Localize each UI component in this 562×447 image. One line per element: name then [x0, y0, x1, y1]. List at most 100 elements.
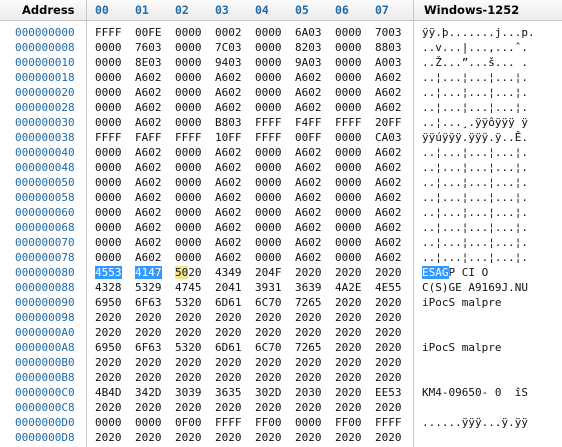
- hex-word[interactable]: EE53: [375, 386, 402, 399]
- text-column[interactable]: ..¦...¦...¦...¦.: [422, 221, 528, 234]
- hex-word[interactable]: A602: [215, 251, 242, 264]
- hex-word[interactable]: 2020: [255, 311, 282, 324]
- hex-word[interactable]: FAFF: [135, 131, 162, 144]
- hex-word[interactable]: A003: [375, 56, 402, 69]
- hex-word[interactable]: 0000: [95, 206, 122, 219]
- hex-word[interactable]: A602: [375, 176, 402, 189]
- hex-word[interactable]: 00FF: [295, 131, 322, 144]
- hex-word[interactable]: 2020: [215, 311, 242, 324]
- text-column[interactable]: ..v...|...‚...ˆ.: [422, 41, 528, 54]
- hex-word[interactable]: 0000: [335, 191, 362, 204]
- hex-word[interactable]: A602: [215, 101, 242, 114]
- hex-word[interactable]: FFFF: [95, 26, 122, 39]
- hex-word[interactable]: 2020: [295, 311, 322, 324]
- text-column[interactable]: ......ÿÿÿ...ÿ.ÿÿ: [422, 416, 528, 429]
- hex-word[interactable]: 2020: [215, 356, 242, 369]
- hex-word[interactable]: 8803: [375, 41, 402, 54]
- hex-row[interactable]: 000000000 FFFF 00FE 0000 0002 0000 6A03 0000 700…: [0, 25, 562, 40]
- hex-word[interactable]: 0000: [335, 251, 362, 264]
- hex-word[interactable]: 6C70: [255, 296, 282, 309]
- hex-word[interactable]: A602: [215, 146, 242, 159]
- hex-word[interactable]: 2020: [135, 326, 162, 339]
- hex-word[interactable]: 2020: [95, 311, 122, 324]
- hex-word[interactable]: 2020: [255, 356, 282, 369]
- hex-word[interactable]: 2020: [295, 326, 322, 339]
- hex-word[interactable]: A602: [215, 71, 242, 84]
- hex-word[interactable]: A602: [295, 206, 322, 219]
- hex-word[interactable]: 2020: [95, 401, 122, 414]
- hex-word[interactable]: 6D61: [215, 341, 242, 354]
- hex-row[interactable]: 0000000B0 2020 2020 2020 2020 2020 2020 2020 202…: [0, 355, 562, 370]
- hex-word[interactable]: 2020: [375, 401, 402, 414]
- hex-word[interactable]: 6C70: [255, 341, 282, 354]
- hex-word[interactable]: 0000: [335, 41, 362, 54]
- text-column[interactable]: ..¦...¸.ÿÿôÿÿÿ ÿ: [422, 116, 528, 129]
- hex-word[interactable]: 2020: [375, 311, 402, 324]
- text-column[interactable]: [422, 431, 528, 444]
- hex-word[interactable]: 0000: [175, 101, 202, 114]
- text-column[interactable]: ..¦...¦...¦...¦.: [422, 206, 528, 219]
- hex-word[interactable]: 0000: [295, 416, 322, 429]
- text-column[interactable]: ..¦...¦...¦...¦.: [422, 191, 528, 204]
- hex-word[interactable]: 2020: [215, 431, 242, 444]
- hex-word[interactable]: 2020: [175, 326, 202, 339]
- hex-word[interactable]: 2020: [375, 431, 402, 444]
- hex-word[interactable]: 0000: [175, 86, 202, 99]
- hex-word[interactable]: 0000: [95, 236, 122, 249]
- hex-row[interactable]: 0000000D8 2020 2020 2020 2020 2020 2020 2020 202…: [0, 430, 562, 445]
- hex-word[interactable]: 2020: [255, 371, 282, 384]
- hex-word[interactable]: 0000: [255, 86, 282, 99]
- hex-word[interactable]: 3039: [175, 386, 202, 399]
- text-column[interactable]: iPocS malpre: [422, 341, 528, 354]
- hex-word[interactable]: 0F00: [175, 416, 202, 429]
- hex-word[interactable]: 0000: [255, 176, 282, 189]
- hex-word[interactable]: 0002: [215, 26, 242, 39]
- hex-word[interactable]: 0000: [335, 221, 362, 234]
- hex-word[interactable]: 0000: [335, 56, 362, 69]
- hex-word[interactable]: 2020: [375, 326, 402, 339]
- hex-word[interactable]: 4E55: [375, 281, 402, 294]
- hex-word[interactable]: 2020: [295, 266, 322, 279]
- hex-word[interactable]: 0000: [95, 56, 122, 69]
- hex-word[interactable]: 00FE: [135, 26, 162, 39]
- hex-word[interactable]: 2020: [95, 371, 122, 384]
- hex-row[interactable]: 000000050 0000 A602 0000 A602 0000 A602 0000 A60…: [0, 175, 562, 190]
- hex-word[interactable]: 2020: [335, 371, 362, 384]
- hex-word[interactable]: 0000: [255, 146, 282, 159]
- hex-word[interactable]: FFFF: [255, 131, 282, 144]
- hex-word[interactable]: A602: [295, 176, 322, 189]
- hex-word[interactable]: FFFF: [175, 131, 202, 144]
- hex-word[interactable]: 2020: [375, 356, 402, 369]
- hex-word[interactable]: A602: [295, 101, 322, 114]
- hex-row[interactable]: 000000090 6950 6F63 5320 6D61 6C70 7265 2020 202…: [0, 295, 562, 310]
- hex-word[interactable]: 0000: [255, 71, 282, 84]
- hex-row[interactable]: 0000000A8 6950 6F63 5320 6D61 6C70 7265 2020 202…: [0, 340, 562, 355]
- hex-word[interactable]: 2020: [175, 356, 202, 369]
- hex-word[interactable]: 2020: [335, 341, 362, 354]
- hex-word[interactable]: 0000: [255, 41, 282, 54]
- hex-row[interactable]: 0000000B8 2020 2020 2020 2020 2020 2020 2020 202…: [0, 370, 562, 385]
- hex-word[interactable]: A602: [135, 86, 162, 99]
- hex-word[interactable]: 2020: [95, 326, 122, 339]
- hex-word[interactable]: 6F63: [135, 296, 162, 309]
- text-column[interactable]: [422, 326, 528, 339]
- hex-word[interactable]: 204F: [255, 266, 282, 279]
- hex-row[interactable]: 000000008 0000 7603 0000 7C03 0000 8203 0000 880…: [0, 40, 562, 55]
- hex-word[interactable]: 0000: [95, 191, 122, 204]
- hex-word[interactable]: 0000: [175, 26, 202, 39]
- text-column[interactable]: ÿÿúÿÿÿ.ÿÿÿ.ÿ..Ê.: [422, 131, 528, 144]
- hex-word[interactable]: 0000: [255, 191, 282, 204]
- hex-word[interactable]: A602: [135, 161, 162, 174]
- hex-word[interactable]: 2020: [335, 356, 362, 369]
- hex-word[interactable]: 3635: [215, 386, 242, 399]
- text-column[interactable]: ..¦...¦...¦...¦.: [422, 236, 528, 249]
- hex-word[interactable]: 0000: [255, 206, 282, 219]
- hex-word[interactable]: FFFF: [335, 116, 362, 129]
- hex-word[interactable]: A602: [295, 86, 322, 99]
- hex-word[interactable]: A602: [215, 206, 242, 219]
- hex-word[interactable]: A602: [215, 86, 242, 99]
- hex-word[interactable]: 0000: [95, 221, 122, 234]
- hex-word[interactable]: A602: [135, 191, 162, 204]
- hex-word[interactable]: 7C03: [215, 41, 242, 54]
- hex-word[interactable]: A602: [135, 101, 162, 114]
